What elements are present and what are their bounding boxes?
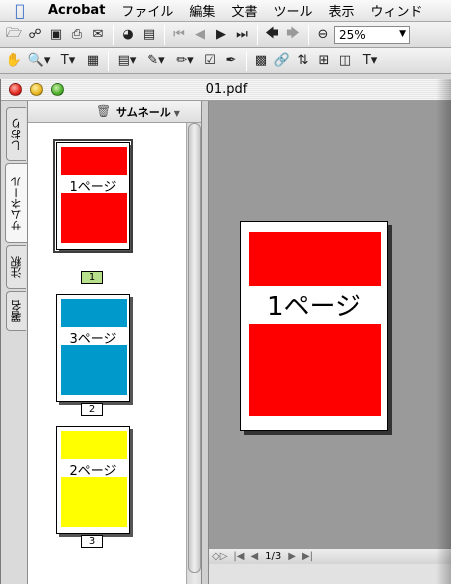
crop-tool-icon[interactable]: ⊞: [314, 51, 334, 71]
tab-bookmarks[interactable]: しおり: [6, 107, 26, 161]
save-icon[interactable]: ▣: [46, 25, 66, 45]
link-tool-icon[interactable]: 🔗: [272, 51, 292, 71]
first-page-icon[interactable]: ⏮: [169, 25, 189, 45]
thumbnail-page-1[interactable]: 1ページ: [53, 139, 133, 253]
thumbnail-color-band: [61, 431, 127, 459]
thumbnail-options-label: サムネール: [116, 106, 171, 119]
text-select-tool-icon[interactable]: T▾: [54, 51, 82, 71]
thumbnail-color-band: [61, 299, 127, 327]
zoom-out-icon[interactable]: ⊖: [313, 25, 333, 45]
highlight-tool-icon[interactable]: ✏▾: [171, 51, 199, 71]
page-label: 1ページ: [266, 292, 362, 322]
menu-file[interactable]: ファイル: [113, 1, 181, 20]
menu-window[interactable]: ウィンド: [362, 1, 430, 20]
thumbnail-options-menu[interactable]: サムネール ▼: [116, 104, 180, 120]
page-indicator[interactable]: 1/3: [261, 551, 285, 562]
toolbar-separator: [113, 24, 114, 45]
sign-icon[interactable]: ☑: [200, 51, 220, 71]
window-title: 01.pdf: [205, 82, 248, 97]
page-color-band: [249, 232, 381, 286]
menu-view[interactable]: 表示: [320, 1, 362, 20]
tab-thumbnails-label: サムネール: [9, 175, 23, 231]
document-window: 01.pdf しおり サムネール 注釈 署名 🗑 サムネール ▼ 1ページ 1 …: [0, 79, 451, 584]
thumbnail-page-3[interactable]: 2ページ: [56, 426, 130, 534]
status-bar: ◇▷ |◀ ◀ 1/3 ▶ ▶|: [209, 548, 451, 564]
menu-tools[interactable]: ツール: [265, 1, 320, 20]
tab-thumbnails[interactable]: サムネール: [5, 163, 27, 243]
menu-edit[interactable]: 編集: [181, 1, 223, 20]
open-web-icon[interactable]: ☍: [25, 25, 45, 45]
article-tool-icon[interactable]: ⇅: [293, 51, 313, 71]
page-layout-icon[interactable]: ◇▷: [209, 551, 230, 562]
thumbnail-page-number[interactable]: 3: [81, 535, 103, 548]
form-tool-icon[interactable]: ◫: [335, 51, 355, 71]
tab-comments-label: 注釈: [9, 256, 23, 278]
thumbnail-color-band: [61, 147, 127, 175]
toolbar-separator: [257, 24, 258, 45]
window-titlebar[interactable]: 01.pdf: [1, 79, 451, 101]
bottom-area: [209, 564, 451, 584]
next-page-icon[interactable]: ▶: [285, 551, 299, 562]
print-icon[interactable]: ⎙: [67, 25, 87, 45]
movie-tool-icon[interactable]: ▩: [251, 51, 271, 71]
tab-signatures-label: 署名: [9, 300, 23, 322]
page-color-band: [249, 324, 381, 416]
toolbar-separator: [308, 24, 309, 45]
thumbnail-page-2[interactable]: 3ページ: [56, 294, 130, 402]
toolbar-separator: [164, 24, 165, 45]
snapshot-tool-icon[interactable]: ▦: [83, 51, 103, 71]
tab-bookmarks-label: しおり: [9, 117, 23, 151]
thumbnail-color-band: [61, 477, 127, 527]
hand-tool-icon[interactable]: ✋: [4, 51, 24, 71]
toolbar-tools: ✋ 🔍▾ T▾ ▦ ▤▾ ✎▾ ✏▾ ☑ ✒ ▩ 🔗 ⇅ ⊞ ◫ T▾: [0, 48, 451, 74]
menu-app[interactable]: Acrobat: [40, 3, 113, 18]
thumbnail-scrollbar[interactable]: [186, 123, 202, 584]
toolbar-file: 🗁 ☍ ▣ ⎙ ✉ ◕ ▤ ⏮ ◀ ▶ ⏭ 🡄 🡆 ⊖ 25% ▼: [0, 22, 451, 48]
show-navigation-pane-icon[interactable]: ▤: [139, 25, 159, 45]
menu-document[interactable]: 文書: [223, 1, 265, 20]
previous-page-icon[interactable]: ◀: [190, 25, 210, 45]
window-shadow: [436, 79, 451, 584]
toolbar-separator: [246, 50, 247, 71]
pencil-tool-icon[interactable]: ✎▾: [142, 51, 170, 71]
thumbnail-page-number[interactable]: 2: [81, 403, 103, 416]
thumbnail-page-number[interactable]: 1: [81, 271, 103, 284]
note-tool-icon[interactable]: ▤▾: [113, 51, 141, 71]
tab-signatures[interactable]: 署名: [6, 291, 26, 331]
zoom-tool-icon[interactable]: 🔍▾: [25, 51, 53, 71]
thumbnail-panel-header: 🗑 サムネール ▼: [28, 101, 202, 123]
chevron-down-icon: ▼: [399, 28, 406, 39]
open-folder-icon[interactable]: 🗁: [4, 25, 24, 45]
first-page-icon[interactable]: |◀: [230, 551, 247, 562]
previous-page-icon[interactable]: ◀: [247, 551, 261, 562]
next-page-icon[interactable]: ▶: [211, 25, 231, 45]
last-page-icon[interactable]: ⏭: [232, 25, 252, 45]
last-page-icon[interactable]: ▶|: [299, 551, 316, 562]
pane-splitter[interactable]: [201, 101, 209, 584]
touchup-text-tool-icon[interactable]: T▾: [356, 51, 384, 71]
scrollbar-thumb[interactable]: [188, 123, 201, 573]
navigation-tabs: しおり サムネール 注釈 署名: [1, 101, 27, 584]
menu-bar:  Acrobat ファイル 編集 文書 ツール 表示 ウィンド: [0, 0, 451, 22]
chevron-down-icon: ▼: [173, 109, 180, 118]
go-forward-icon[interactable]: 🡆: [283, 25, 303, 45]
email-icon[interactable]: ✉: [88, 25, 108, 45]
find-icon[interactable]: ◕: [118, 25, 138, 45]
zoom-value: 25%: [339, 27, 366, 42]
thumbnail-panel: 🗑 サムネール ▼ 1ページ 1 3ページ 2 2ページ 3: [27, 101, 202, 584]
go-back-icon[interactable]: 🡄: [262, 25, 282, 45]
thumbnail-color-band: [61, 345, 127, 395]
toolbar-separator: [108, 50, 109, 71]
thumbnail-color-band: [61, 193, 127, 243]
document-page[interactable]: 1ページ: [240, 221, 388, 431]
document-view[interactable]: 1ページ: [209, 101, 451, 548]
tab-comments[interactable]: 注釈: [6, 245, 26, 289]
digital-signature-icon[interactable]: ✒: [221, 51, 241, 71]
apple-menu-icon[interactable]: : [0, 1, 40, 20]
trash-icon[interactable]: 🗑: [96, 104, 111, 118]
zoom-field[interactable]: 25% ▼: [334, 25, 410, 44]
